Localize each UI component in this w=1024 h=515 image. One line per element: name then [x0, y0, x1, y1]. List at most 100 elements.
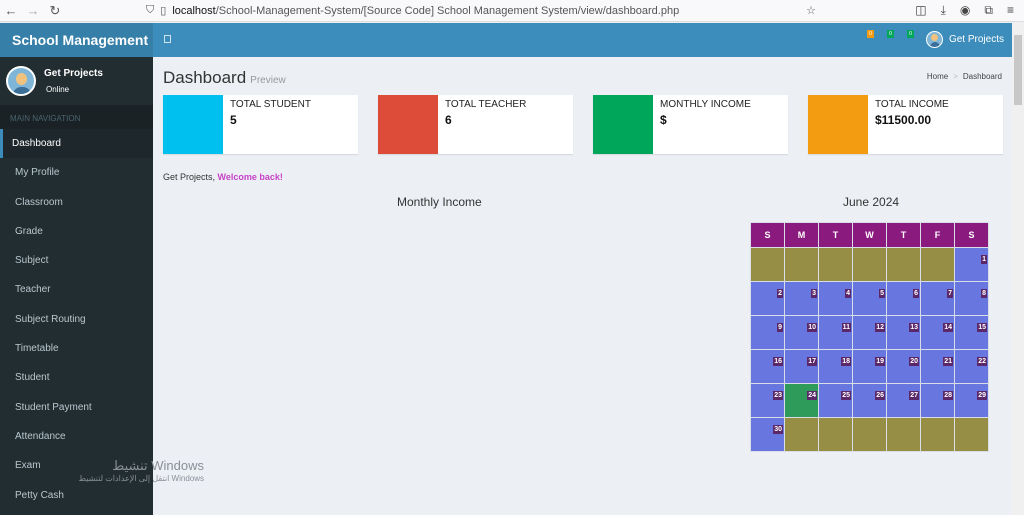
calendar-week: 2 3 4 5 6 7 8 — [750, 281, 989, 316]
sidebar-item-classroom[interactable]: Classroom — [0, 188, 153, 217]
day-number: 9 — [777, 323, 783, 332]
calendar-day[interactable]: 3 — [784, 281, 819, 316]
calendar-day[interactable]: 6 — [886, 281, 921, 316]
calendar-day[interactable]: 18 — [818, 349, 853, 384]
sidebar-item-teacher[interactable]: Teacher — [0, 275, 153, 304]
calendar-week: 1 — [750, 247, 989, 282]
calendar-day[interactable]: 8 — [954, 281, 989, 316]
scrollbar-thumb[interactable] — [1014, 35, 1022, 105]
day-number: 13 — [909, 323, 919, 332]
calendar-week: 16 17 18 19 20 21 22 — [750, 349, 989, 384]
stat-label: MONTHLY INCOME — [660, 99, 751, 110]
calendar-day[interactable]: 23 — [750, 383, 785, 418]
stat-box-total-income: TOTAL INCOME $11500.00 — [808, 95, 1003, 154]
calendar-day[interactable]: 30 — [750, 417, 785, 452]
stat-icon — [808, 95, 868, 154]
calendar-day[interactable]: 29 — [954, 383, 989, 418]
day-number: 17 — [807, 357, 817, 366]
calendar-empty-cell — [920, 417, 955, 452]
calendar-day[interactable]: 17 — [784, 349, 819, 384]
sidebar-toggle-icon[interactable] — [164, 35, 171, 43]
day-number: 24 — [807, 391, 817, 400]
day-number: 29 — [977, 391, 987, 400]
task-badge[interactable]: 0 — [887, 30, 894, 38]
day-number: 7 — [947, 289, 953, 298]
sidebar-item-attendance[interactable]: Attendance — [0, 422, 153, 451]
user-menu[interactable]: Get Projects — [925, 31, 1004, 48]
sidebar-item-petty-cash[interactable]: Petty Cash — [0, 481, 153, 510]
sidebar-item-timetable[interactable]: Timetable — [0, 334, 153, 363]
sidebar-item-subject-routing[interactable]: Subject Routing — [0, 305, 153, 334]
calendar-day[interactable]: 12 — [852, 315, 887, 350]
calendar-day[interactable]: 21 — [920, 349, 955, 384]
day-number: 2 — [777, 289, 783, 298]
calendar-day[interactable]: 16 — [750, 349, 785, 384]
day-number: 15 — [977, 323, 987, 332]
breadcrumb-current: Dashboard — [962, 72, 1002, 81]
calendar-day[interactable]: 7 — [920, 281, 955, 316]
calendar-day[interactable]: 22 — [954, 349, 989, 384]
calendar-day[interactable]: 13 — [886, 315, 921, 350]
sidebar-item-my-profile[interactable]: My Profile — [0, 158, 153, 187]
calendar-day[interactable]: 1 — [954, 247, 989, 282]
day-number: 10 — [807, 323, 817, 332]
sidebar-item-student-payment[interactable]: Student Payment — [0, 393, 153, 422]
calendar-day[interactable]: 14 — [920, 315, 955, 350]
star-icon[interactable]: ☆ — [806, 4, 816, 17]
calendar-empty-cell — [954, 417, 989, 452]
calendar-day[interactable]: 19 — [852, 349, 887, 384]
calendar-day[interactable]: 5 — [852, 281, 887, 316]
calendar-week: 30 — [750, 417, 989, 452]
stat-label: TOTAL STUDENT — [230, 99, 311, 110]
calendar-day[interactable]: 15 — [954, 315, 989, 350]
stat-value: 5 — [230, 113, 237, 127]
page-subtitle: Preview — [250, 75, 286, 86]
stat-icon — [593, 95, 653, 154]
weekday-header: S — [750, 222, 785, 248]
day-number: 18 — [841, 357, 851, 366]
scrollbar[interactable] — [1012, 23, 1024, 515]
day-number: 1 — [981, 255, 987, 264]
forward-icon[interactable]: → — [22, 3, 44, 18]
reload-icon[interactable]: ↻ — [44, 3, 66, 19]
pocket-icon[interactable]: ◫ — [915, 3, 926, 18]
stat-box-total-teacher: TOTAL TEACHER 6 — [378, 95, 573, 154]
calendar-day[interactable]: 4 — [818, 281, 853, 316]
calendar-day[interactable]: 9 — [750, 315, 785, 350]
calendar-day[interactable]: 11 — [818, 315, 853, 350]
day-number: 4 — [845, 289, 851, 298]
calendar-empty-cell — [818, 417, 853, 452]
menu-icon[interactable]: ≡ — [1007, 3, 1014, 18]
back-icon[interactable]: ← — [0, 3, 22, 18]
address-bar[interactable]: ⛉ ▯ localhost/School-Management-System/[… — [146, 4, 816, 17]
calendar-day[interactable]: 26 — [852, 383, 887, 418]
download-icon[interactable]: ⤓ — [941, 3, 946, 18]
calendar-day[interactable]: 28 — [920, 383, 955, 418]
day-number: 22 — [977, 357, 987, 366]
sidebar-item-grade[interactable]: Grade — [0, 217, 153, 246]
calendar-empty-cell — [886, 417, 921, 452]
windows-activation-watermark: تنشيط Windows انتقل إلى الإعدادات لتنشيط… — [54, 458, 204, 483]
breadcrumb-home[interactable]: Home — [927, 72, 948, 81]
calendar-day[interactable]: 10 — [784, 315, 819, 350]
message-badge[interactable]: 0 — [907, 30, 914, 38]
day-number: 6 — [913, 289, 919, 298]
sidebar-item-subject[interactable]: Subject — [0, 246, 153, 275]
notification-badge[interactable]: 0 — [867, 30, 874, 38]
welcome-message: Get Projects, Welcome back! — [163, 172, 283, 182]
extensions-icon[interactable]: ⧉ — [984, 3, 993, 18]
sidebar-item-student[interactable]: Student — [0, 363, 153, 392]
day-number: 26 — [875, 391, 885, 400]
calendar-today[interactable]: 24 — [784, 383, 819, 418]
account-icon[interactable]: ◉ — [960, 3, 970, 18]
calendar-day[interactable]: 2 — [750, 281, 785, 316]
sidebar-item-dashboard[interactable]: Dashboard — [0, 129, 153, 159]
day-number: 23 — [773, 391, 783, 400]
brand-logo[interactable]: School Management — [0, 23, 153, 57]
calendar-day[interactable]: 27 — [886, 383, 921, 418]
calendar-empty-cell — [818, 247, 853, 282]
stat-box-total-student: TOTAL STUDENT 5 — [163, 95, 358, 154]
calendar-day[interactable]: 20 — [886, 349, 921, 384]
calendar-day[interactable]: 25 — [818, 383, 853, 418]
watermark-line2: انتقل إلى الإعدادات لتنشيط Windows — [78, 474, 204, 483]
